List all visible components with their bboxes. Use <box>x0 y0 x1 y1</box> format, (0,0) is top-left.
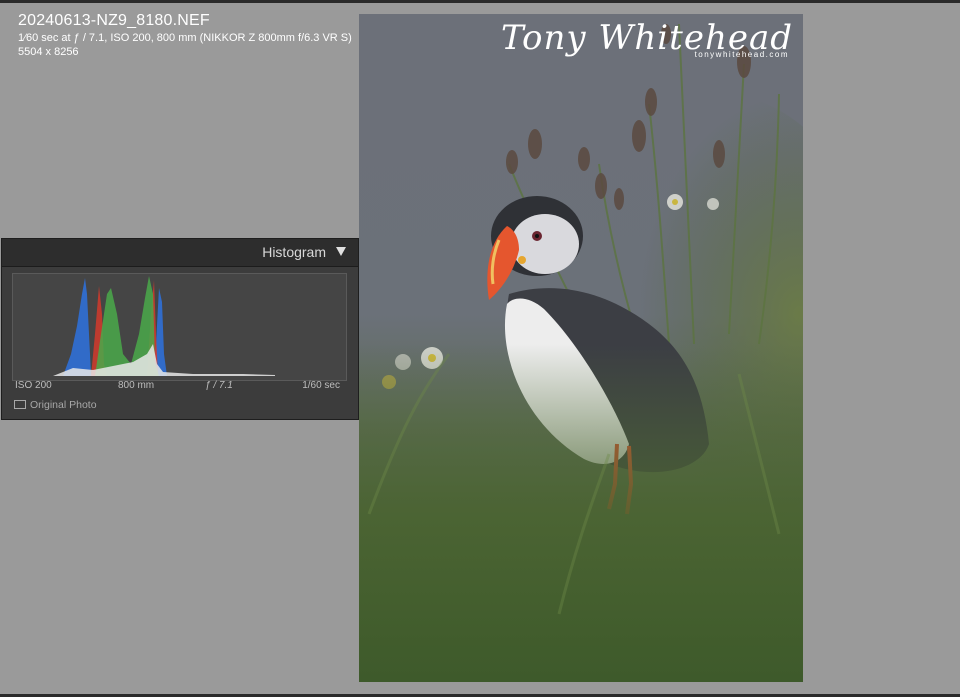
histogram-panel-header[interactable]: Histogram <box>2 239 358 267</box>
photo-info-overlay: 20240613-NZ9_8180.NEF 1⁄60 sec at ƒ / 7.… <box>18 12 352 58</box>
photographer-watermark: Tony Whitehead tonywhitehead.com <box>501 20 793 59</box>
collapse-triangle-icon[interactable] <box>336 247 346 256</box>
original-photo-label: Original Photo <box>30 399 97 411</box>
top-frame-edge <box>0 0 960 3</box>
readout-shutter-speed: 1/60 sec <box>302 380 340 391</box>
readout-focal-length: 800 mm <box>118 380 155 391</box>
histogram-svg <box>53 276 275 376</box>
histogram-graph[interactable] <box>12 273 347 381</box>
puffin-photo-illustration <box>359 14 803 682</box>
readout-aperture: ƒ / 7.1 <box>205 380 233 391</box>
photo-preview[interactable]: Tony Whitehead tonywhitehead.com <box>359 14 803 682</box>
image-dimensions: 5504 x 8256 <box>18 46 79 58</box>
readout-iso: ISO 200 <box>15 380 52 391</box>
panel-title: Histogram <box>262 244 326 260</box>
filename: 20240613-NZ9_8180.NEF <box>18 12 210 29</box>
original-photo-toggle[interactable]: Original Photo <box>14 399 97 411</box>
exposure-settings: 1⁄60 sec at ƒ / 7.1, ISO 200, 800 mm (NI… <box>18 32 352 44</box>
histogram-panel: Histogram ISO 200 800 mm ƒ / 7.1 1/60 se… <box>2 239 358 419</box>
checkbox-icon[interactable] <box>14 400 26 409</box>
lightroom-loupe-view: { "info": { "filename": "20240613-NZ9_81… <box>0 0 960 697</box>
